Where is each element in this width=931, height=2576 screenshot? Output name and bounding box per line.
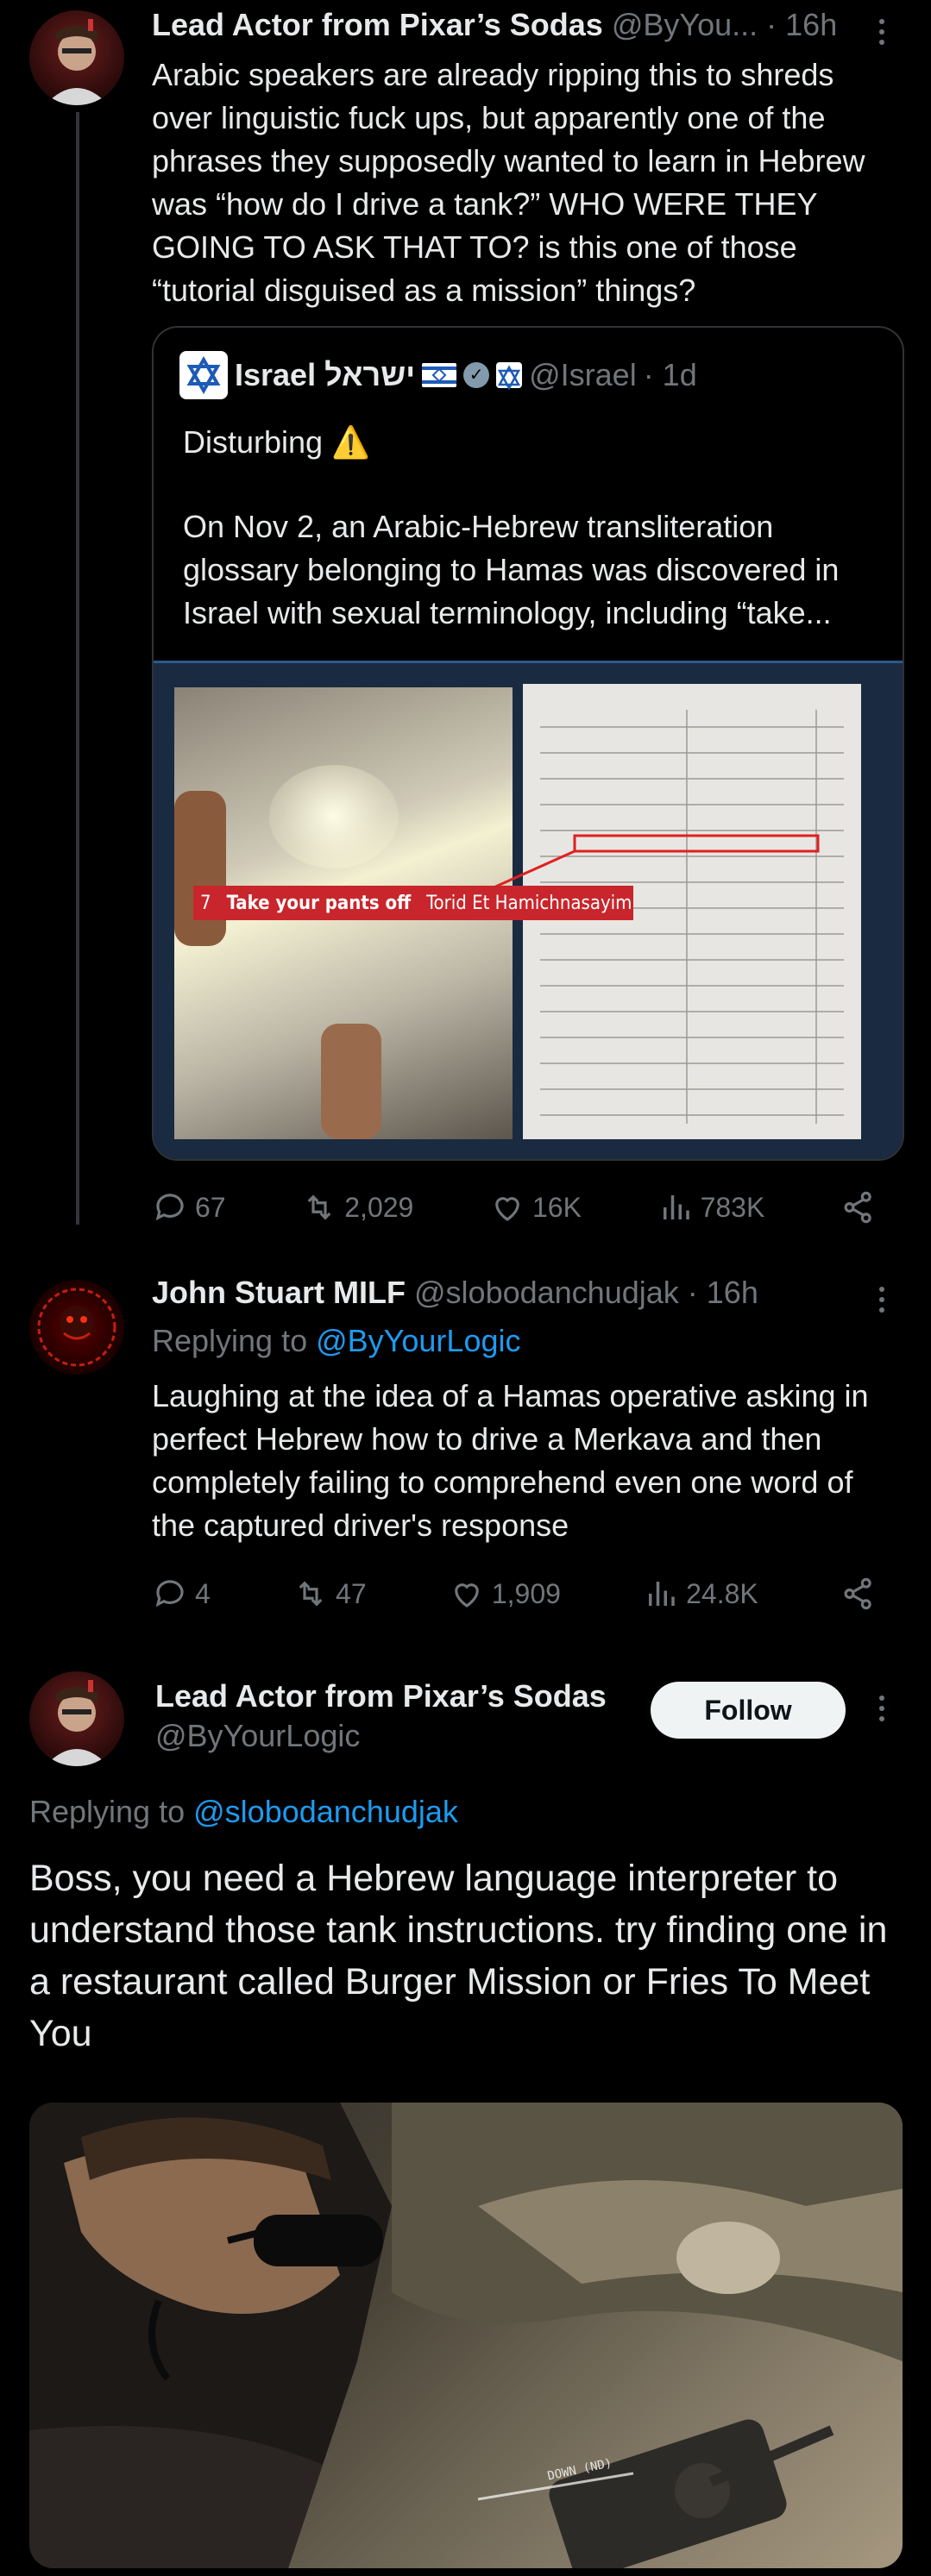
repost-count: 2,029 xyxy=(344,1191,414,1223)
like-button[interactable]: 16K xyxy=(489,1189,582,1225)
repost-count: 47 xyxy=(336,1577,367,1609)
quote-header: Israel ישראל ✓ @Israel · 1d xyxy=(179,351,887,399)
israel-avatar-icon[interactable] xyxy=(179,351,228,399)
avatar-image xyxy=(45,19,109,105)
gov-affiliate-icon xyxy=(496,362,523,391)
more-options-icon[interactable] xyxy=(879,19,886,50)
quote-line2: On Nov 2, an Arabic-Hebrew transliterati… xyxy=(183,509,840,630)
replying-prefix: Replying to xyxy=(152,1323,308,1358)
share-button[interactable] xyxy=(840,1189,877,1225)
replying-to: Replying to @slobodanchudjak xyxy=(29,1794,458,1830)
more-options-icon[interactable] xyxy=(879,1695,886,1727)
caption-english: Take your pants off xyxy=(226,892,412,914)
replying-to-link[interactable]: @slobodanchudjak xyxy=(193,1794,458,1829)
tweet-text: Laughing at the idea of a Hamas operativ… xyxy=(152,1378,869,1543)
heart-icon xyxy=(495,1197,519,1221)
replying-to-link[interactable]: @ByYourLogic xyxy=(316,1323,520,1358)
repost-icon xyxy=(307,1194,331,1220)
author-handle[interactable]: @slobodanchudjak xyxy=(414,1275,679,1310)
quote-author-name[interactable]: Israel ישראל xyxy=(235,357,415,393)
more-options-icon[interactable] xyxy=(879,1287,886,1318)
caption-transliteration: Torid Et Hamichnasayim xyxy=(426,892,632,914)
avatar[interactable] xyxy=(29,1280,124,1375)
repost-button[interactable]: 47 xyxy=(293,1576,367,1612)
quote-time[interactable]: · 1d xyxy=(644,357,697,393)
views-button[interactable]: 783K xyxy=(657,1189,765,1225)
quoted-tweet[interactable]: Israel ישראל ✓ @Israel · 1d Disturbing ⚠… xyxy=(152,326,904,1161)
tweet1-header: Lead Actor from Pixar’s Sodas @ByYou... … xyxy=(152,7,877,50)
replying-to: Replying to @ByYourLogic xyxy=(152,1323,520,1359)
avatar[interactable] xyxy=(29,1671,124,1766)
quote-line1: Disturbing ⚠️ xyxy=(183,424,370,460)
quote-media-image[interactable]: 7 Take your pants off Torid Et Hamichnas… xyxy=(154,661,903,1159)
views-count: 783K xyxy=(700,1191,765,1223)
tweet-media-image[interactable]: DOWN (ND) xyxy=(29,2103,903,2568)
quote-handle[interactable]: @Israel xyxy=(529,357,637,393)
image-caption-bar: 7 Take your pants off Torid Et Hamichnas… xyxy=(193,886,633,920)
reply-icon xyxy=(155,1580,184,1608)
reply-count: 4 xyxy=(195,1577,211,1609)
tweet-text: Arabic speakers are already ripping this… xyxy=(152,57,865,308)
heart-icon xyxy=(455,1583,479,1608)
tweet-time[interactable]: · 16h xyxy=(766,7,837,42)
reply-icon xyxy=(155,1194,184,1221)
like-button[interactable]: 1,909 xyxy=(449,1576,561,1612)
like-count: 1,909 xyxy=(491,1577,561,1609)
follow-button[interactable]: Follow xyxy=(651,1682,846,1739)
verified-badge-icon: ✓ xyxy=(463,362,490,388)
avatar[interactable] xyxy=(29,10,124,105)
views-count: 24.8K xyxy=(686,1577,758,1609)
thread-line xyxy=(76,112,79,1225)
game-scene xyxy=(29,2103,903,2568)
share-button[interactable] xyxy=(840,1576,877,1612)
share-icon xyxy=(844,1577,871,1610)
repost-icon xyxy=(299,1581,323,1607)
author-name[interactable]: Lead Actor from Pixar’s Sodas xyxy=(155,1678,607,1714)
author-name[interactable]: John Stuart MILF xyxy=(152,1275,406,1310)
avatar-image xyxy=(45,1680,109,1766)
tweet1-actions: 67 2,029 16K 783K xyxy=(152,1181,877,1233)
author-handle[interactable]: @ByYourLogic xyxy=(155,1718,360,1754)
author-name[interactable]: Lead Actor from Pixar’s Sodas xyxy=(152,7,603,42)
reply-button[interactable]: 4 xyxy=(152,1576,211,1612)
israel-flag-icon xyxy=(422,363,457,387)
tweet2-actions: 4 47 1,909 24.8K xyxy=(152,1568,877,1620)
share-icon xyxy=(844,1191,871,1224)
views-icon xyxy=(649,1582,675,1606)
replying-prefix: Replying to xyxy=(29,1794,186,1829)
avatar-image xyxy=(37,1288,116,1367)
author-handle[interactable]: @ByYou... xyxy=(612,7,758,42)
tweet-time[interactable]: · 16h xyxy=(688,1275,758,1310)
repost-button[interactable]: 2,029 xyxy=(301,1189,413,1225)
tweet-text: Boss, you need a Hebrew language interpr… xyxy=(29,1858,888,2054)
tweet2-header: John Stuart MILF @slobodanchudjak · 16h xyxy=(152,1275,877,1318)
reply-button[interactable]: 67 xyxy=(152,1189,226,1225)
views-button[interactable]: 24.8K xyxy=(643,1576,758,1612)
reply-count: 67 xyxy=(195,1191,226,1223)
caption-number: 7 xyxy=(200,892,211,914)
like-count: 16K xyxy=(532,1191,582,1223)
views-icon xyxy=(663,1195,689,1219)
